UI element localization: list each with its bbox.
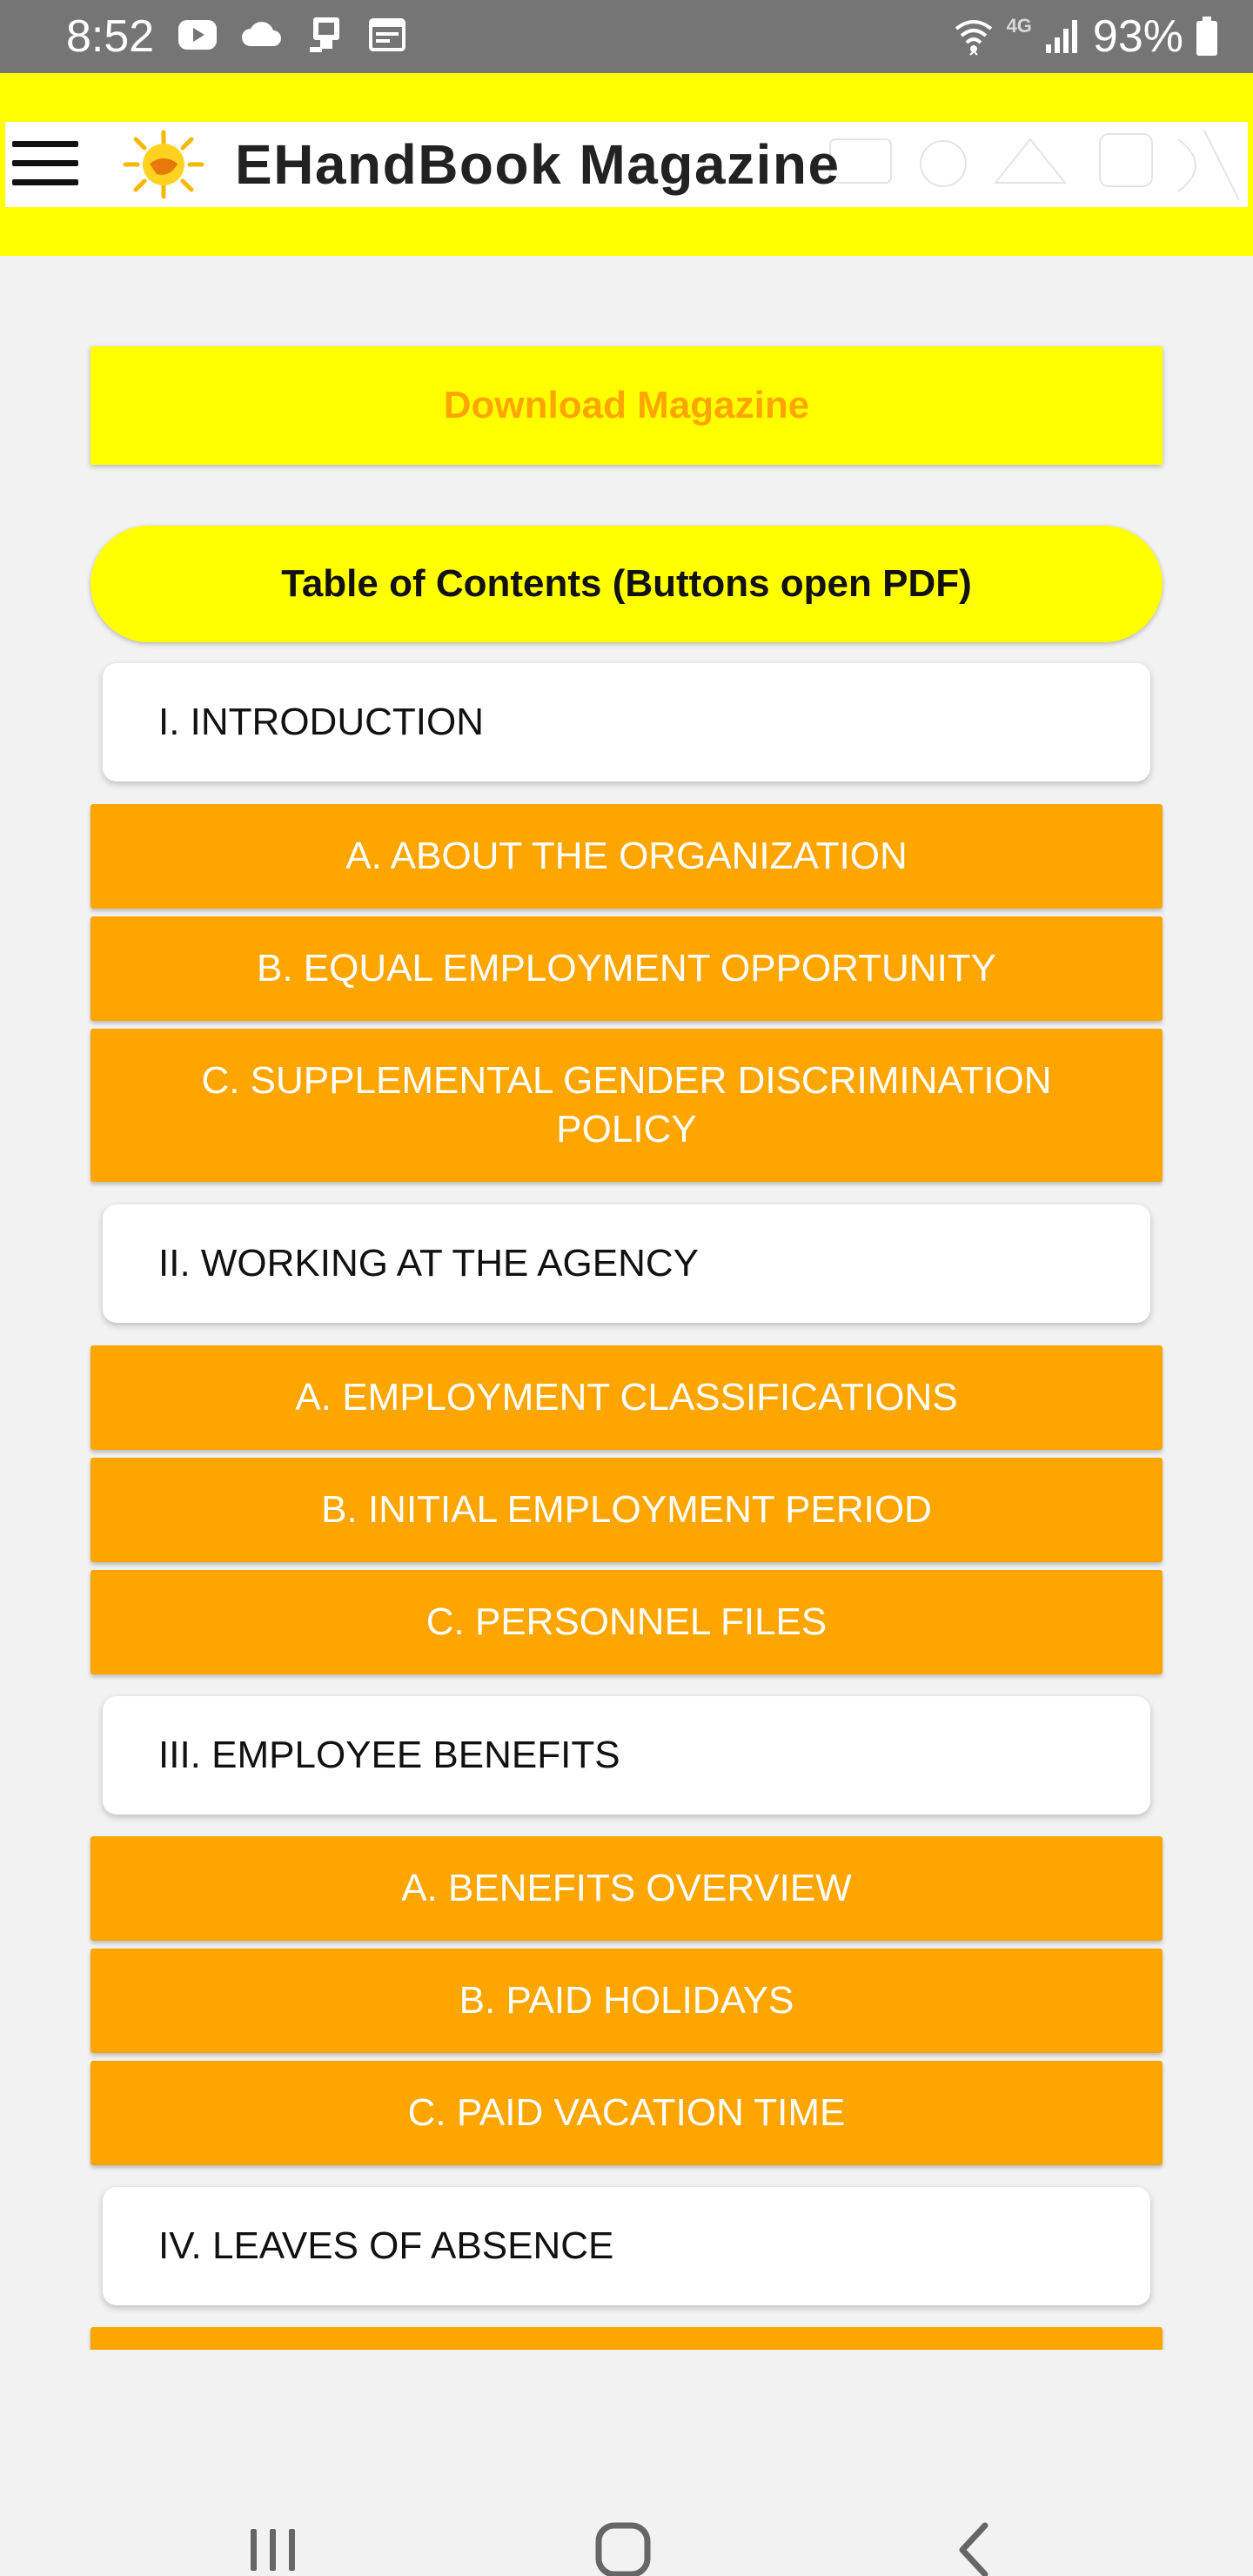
sun-logo-icon (123, 130, 204, 199)
home-icon[interactable] (571, 2498, 675, 2576)
status-notification-icons (178, 16, 405, 54)
toc-item-button[interactable]: B. EQUAL EMPLOYMENT OPPORTUNITY (90, 916, 1163, 1021)
battery-percent: 93% (1092, 11, 1183, 62)
wifi-icon (955, 20, 992, 56)
toc-item-button[interactable]: C. PAID VACATION TIME (90, 2061, 1163, 2165)
youtube-icon (178, 20, 217, 50)
header-doodle-decoration (829, 130, 1240, 201)
section-employee-benefits[interactable]: III. EMPLOYEE BENEFITS (103, 1696, 1150, 1815)
section-working-at-agency[interactable]: II. WORKING AT THE AGENCY (103, 1204, 1150, 1323)
toc-item-button[interactable]: C. PERSONNEL FILES (90, 1570, 1163, 1674)
battery-icon (1196, 17, 1217, 56)
signal-icon (1045, 20, 1077, 53)
recent-apps-icon[interactable] (221, 2498, 325, 2576)
header-bar: EHandBook Magazine (5, 122, 1248, 207)
status-system-icons: 4G 93% (953, 10, 1218, 63)
calendar-icon (369, 18, 405, 51)
download-magazine-button[interactable]: Download Magazine (90, 346, 1163, 465)
app-header: EHandBook Magazine (0, 73, 1253, 256)
section-leaves-of-absence[interactable]: IV. LEAVES OF ABSENCE (103, 2187, 1150, 2305)
toc-item-button[interactable]: A. EMPLOYMENT CLASSIFICATIONS (90, 1345, 1163, 1450)
status-bar: 8:52 4G 93% (0, 0, 1253, 73)
toc-item-button[interactable]: A. BENEFITS OVERVIEW (90, 1836, 1163, 1941)
toc-item-button[interactable]: B. PAID HOLIDAYS (90, 1949, 1163, 2053)
network-type-label: 4G (1006, 15, 1032, 37)
app-title: EHandBook Magazine (235, 133, 841, 196)
section-introduction[interactable]: I. INTRODUCTION (103, 663, 1150, 782)
system-nav-bar (0, 2350, 1253, 2576)
cloud-icon (242, 22, 281, 46)
toc-item-button[interactable]: A. ABOUT THE ORGANIZATION (90, 804, 1163, 909)
main-content[interactable]: Download Magazine Table of Contents (But… (0, 256, 1253, 2350)
toc-item-button-partial[interactable] (90, 2327, 1163, 2350)
toc-item-button[interactable]: C. SUPPLEMENTAL GENDER DISCRIMINATION PO… (90, 1029, 1163, 1182)
toc-header: Table of Contents (Buttons open PDF) (90, 526, 1163, 642)
toc-item-button[interactable]: B. INITIAL EMPLOYMENT PERIOD (90, 1458, 1163, 1562)
hamburger-menu-icon[interactable] (12, 141, 82, 190)
back-icon[interactable] (922, 2498, 1027, 2576)
cast-icon (310, 17, 339, 52)
status-time: 8:52 (66, 11, 155, 62)
